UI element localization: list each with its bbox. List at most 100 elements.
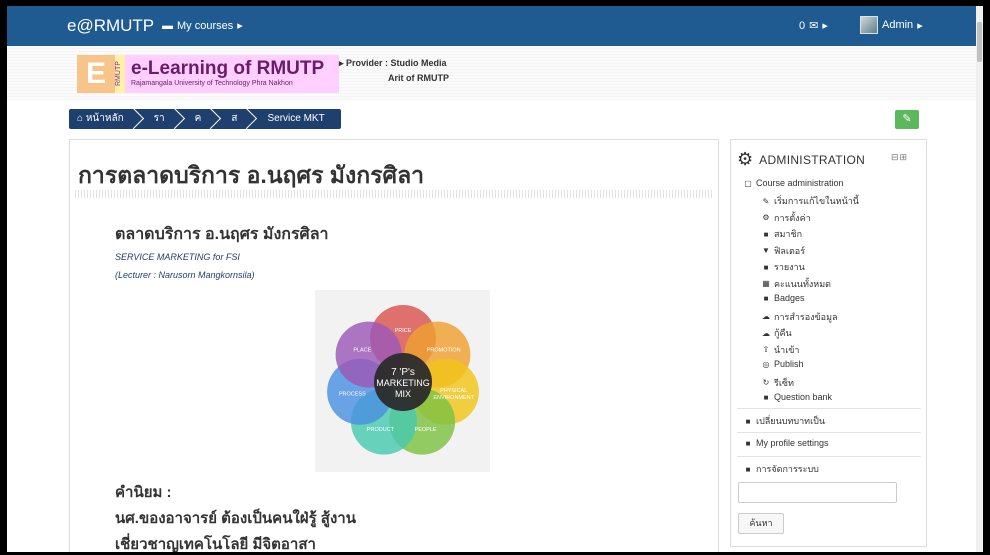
block-controls[interactable]: ⊟⊞	[891, 152, 908, 163]
admin-menu-item[interactable]: ⇧ นำเข้า	[761, 343, 800, 357]
envelope-icon: ✉	[809, 20, 819, 32]
diagram-petal-label: PROMOTION	[427, 348, 461, 354]
breadcrumb-home-label: หน้าหลัก	[85, 113, 124, 124]
admin-menu-label: นำเข้า	[774, 344, 800, 355]
admin-menu-item[interactable]: ■ สมาชิก	[761, 227, 802, 241]
block-title: ADMINISTRATION	[759, 152, 866, 167]
admin-menu-item[interactable]: ◎ Publish	[761, 359, 804, 369]
admin-menu-item[interactable]: ■ Question bank	[761, 392, 832, 402]
admin-search-input[interactable]	[738, 482, 897, 503]
folder-icon: ■	[763, 293, 769, 303]
admin-menu-label: รีเซ็ท	[774, 377, 794, 388]
caret-right-icon: ▸	[917, 19, 923, 32]
profile-settings-link[interactable]: ■ My profile settings	[743, 438, 829, 448]
my-courses-menu[interactable]: ▬ My courses ▸	[162, 19, 243, 33]
admin-menu-label: เริ่มการแก้ไขในหน้านี้	[774, 196, 859, 206]
search-button[interactable]: ค้นหา	[738, 513, 784, 534]
diagram-center-line: 7 'P's	[391, 367, 415, 378]
divider	[737, 456, 921, 457]
folder-icon: ■	[763, 262, 769, 272]
divider	[737, 432, 921, 433]
graduation-cap-icon: ▬	[162, 19, 173, 32]
link-label: My profile settings	[756, 438, 829, 448]
definition-line: เชี่ยวชาญเทคโนโลยี มีจิตอาสา	[115, 536, 316, 552]
cloud-download-icon: ☁	[762, 328, 770, 338]
folder-icon: ■	[745, 438, 751, 448]
admin-menu-label: รายงาน	[774, 262, 805, 272]
section-label: Course administration	[756, 178, 844, 188]
breadcrumb-item[interactable]: ส	[217, 109, 253, 129]
diagram-center-line: MIX	[395, 389, 411, 399]
admin-menu-item[interactable]: ✎ เริ่มการแก้ไขในหน้านี้	[761, 194, 859, 208]
gears-icon: ⚙	[762, 213, 770, 222]
table-icon: ▦	[762, 279, 770, 288]
admin-menu-label: สมาชิก	[774, 229, 803, 239]
admin-menu-item[interactable]: ▦ คะแนนทั้งหมด	[761, 277, 831, 291]
home-icon: ⌂	[77, 113, 84, 124]
admin-menu-label: คะแนนทั้งหมด	[774, 278, 831, 289]
divider	[737, 408, 921, 409]
gears-icon: ⚙	[737, 149, 754, 169]
lecturer-line: (Lecturer : Narusorn Mangkornsila)	[115, 270, 255, 280]
diagram-petal-label: PRICE	[395, 328, 412, 334]
edit-icon: ✎	[902, 113, 912, 125]
admin-menu-item[interactable]: ■ Badges	[761, 293, 805, 303]
messages-count: 0	[799, 19, 806, 32]
messages-menu[interactable]: 0 ✉ ▸	[799, 19, 828, 33]
edit-button[interactable]: ✎	[895, 110, 919, 129]
caret-right-icon: ▸	[339, 58, 344, 68]
diagram-petal-label: PROCESS	[339, 392, 366, 398]
folder-icon: ■	[763, 392, 769, 402]
breadcrumb-home[interactable]: ⌂ หน้าหลัก	[69, 109, 140, 129]
marketing-mix-diagram: PRICE PROMOTION PHYSICALENVIRONMENT PEOPLE P…	[315, 290, 490, 472]
browser-frame: e@RMUTP ▬ My courses ▸ 0 ✉ ▸ Admin ▸ E R…	[7, 6, 983, 552]
switch-role-link[interactable]: ■ เปลี่ยนบทบาทเป็น	[743, 414, 825, 428]
breadcrumb: ⌂ หน้าหลัก รา ค ส Service MKT	[69, 109, 341, 129]
admin-menu-label: Publish	[774, 359, 804, 369]
diagram-petal-label: PHYSICAL	[440, 388, 467, 394]
admin-menu-label: Badges	[774, 293, 805, 303]
my-courses-label: My courses	[177, 19, 234, 32]
cloud-upload-icon: ☁	[762, 312, 770, 321]
breadcrumb-item[interactable]: ค	[181, 109, 218, 129]
breadcrumb-current[interactable]: Service MKT	[253, 109, 340, 129]
link-label: การจัดการระบบ	[756, 464, 819, 474]
filter-icon: ▼	[762, 246, 770, 255]
diagram-petal-label: PRODUCT	[367, 427, 395, 433]
folder-icon: ■	[745, 416, 751, 426]
user-name: Admin	[882, 19, 914, 31]
course-administration-node[interactable]: ▢ Course administration	[743, 178, 844, 188]
admin-menu-label: ฟิลเตอร์	[774, 245, 806, 256]
caret-right-icon: ▸	[237, 20, 243, 32]
admin-menu-label: การตั้งค่า	[774, 212, 811, 223]
admin-menu-item[interactable]: ⚙ การตั้งค่า	[761, 211, 811, 225]
admin-menu-item[interactable]: ▼ ฟิลเตอร์	[761, 244, 805, 258]
title-divider	[75, 190, 713, 198]
link-label: เปลี่ยนบทบาทเป็น	[756, 416, 826, 426]
page-title: การตลาดบริการ อ.นฤศร มังกรศิลา	[78, 162, 425, 188]
top-navbar: e@RMUTP ▬ My courses ▸ 0 ✉ ▸ Admin ▸	[7, 6, 983, 46]
globe-icon: ◎	[762, 359, 770, 369]
logo-letter: E	[77, 55, 115, 93]
admin-menu-item[interactable]: ☁ การสำรองข้อมูล	[761, 310, 838, 324]
scrollbar-thumb[interactable]	[977, 22, 982, 62]
definition-line: นศ.ของอาจารย์ ต้องเป็นคนใฝ่รู้ สู้งาน	[115, 510, 356, 527]
breadcrumb-item[interactable]: รา	[140, 109, 181, 129]
site-logo[interactable]: E RMUTP e-Learning of RMUTP Rajamangala …	[77, 55, 339, 93]
admin-menu-item[interactable]: ■ รายงาน	[761, 260, 805, 274]
site-admin-link[interactable]: ■ การจัดการระบบ	[743, 462, 819, 476]
site-brand[interactable]: e@RMUTP	[67, 16, 154, 36]
user-menu[interactable]: Admin ▸	[860, 16, 923, 34]
logo-vertical-text: RMUTP	[115, 55, 125, 93]
pencil-icon: ✎	[762, 196, 770, 206]
provider-label: ▸ Provider : Studio Media	[339, 58, 447, 69]
site-header: E RMUTP e-Learning of RMUTP Rajamangala …	[7, 46, 983, 100]
logo-subtitle: Rajamangala University of Technology Phr…	[131, 80, 293, 87]
course-line: SERVICE MARKETING for FSI	[115, 252, 240, 262]
provider-text: Provider : Studio Media	[346, 58, 447, 68]
admin-menu-label: การสำรองข้อมูล	[774, 311, 838, 322]
admin-menu-item[interactable]: ☁ กู้คืน	[761, 326, 792, 340]
admin-menu-item[interactable]: ↻ รีเซ็ท	[761, 376, 794, 390]
vertical-scrollbar[interactable]	[976, 6, 983, 552]
diagram-petal-label: PLACE	[353, 348, 371, 354]
